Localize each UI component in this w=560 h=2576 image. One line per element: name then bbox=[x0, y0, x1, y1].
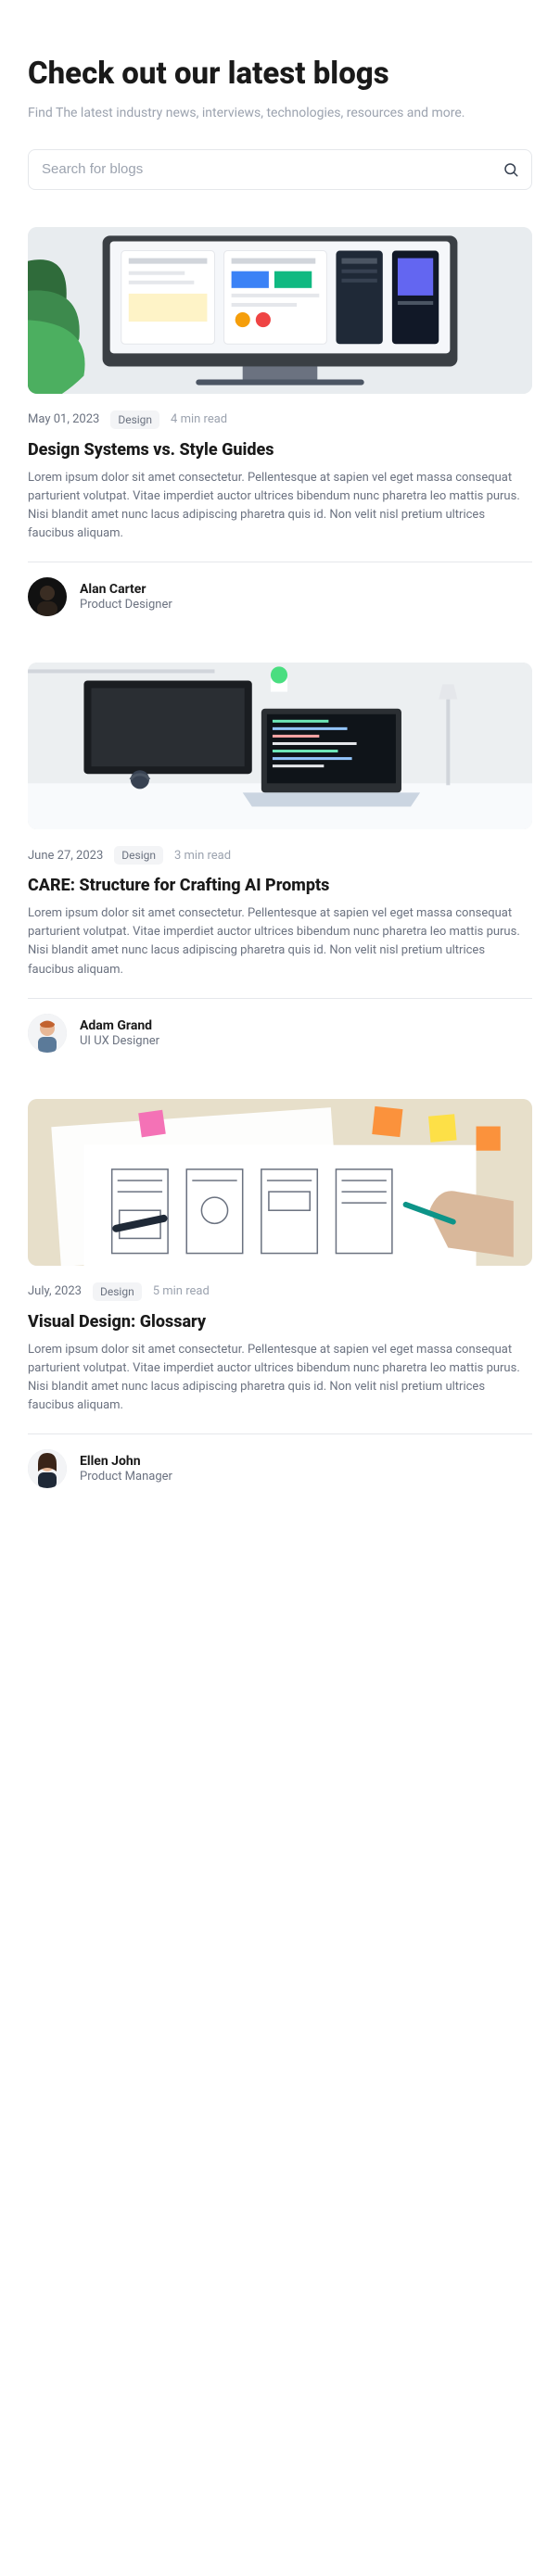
post-date: May 01, 2023 bbox=[28, 412, 99, 426]
post-image[interactable] bbox=[28, 227, 532, 394]
post-read-time: 5 min read bbox=[153, 1284, 210, 1298]
post-tag[interactable]: Design bbox=[110, 410, 159, 429]
post-meta: June 27, 2023 Design 3 min read bbox=[28, 846, 532, 865]
post-read-time: 4 min read bbox=[171, 412, 227, 426]
post-image[interactable] bbox=[28, 663, 532, 829]
post-author: Adam Grand UI UX Designer bbox=[28, 1014, 532, 1053]
post-image[interactable] bbox=[28, 1099, 532, 1266]
post-title[interactable]: CARE: Structure for Crafting AI Prompts bbox=[28, 876, 532, 895]
post-author: Ellen John Product Manager bbox=[28, 1449, 532, 1488]
search-field[interactable] bbox=[28, 149, 532, 190]
avatar bbox=[28, 1014, 67, 1053]
author-role: Product Manager bbox=[80, 1470, 172, 1484]
divider bbox=[28, 1433, 532, 1434]
avatar bbox=[28, 1449, 67, 1488]
post-date: June 27, 2023 bbox=[28, 849, 103, 863]
search-input[interactable] bbox=[28, 149, 532, 190]
author-name: Ellen John bbox=[80, 1454, 172, 1469]
post-title[interactable]: Design Systems vs. Style Guides bbox=[28, 440, 532, 460]
search-icon[interactable] bbox=[503, 161, 519, 178]
page-subtitle: Find The latest industry news, interview… bbox=[28, 104, 532, 123]
post-author: Alan Carter Product Designer bbox=[28, 577, 532, 616]
post-meta: July, 2023 Design 5 min read bbox=[28, 1282, 532, 1301]
page-title: Check out our latest blogs bbox=[28, 56, 532, 93]
post-excerpt: Lorem ipsum dolor sit amet consectetur. … bbox=[28, 469, 532, 544]
post-tag[interactable]: Design bbox=[93, 1282, 142, 1301]
post-date: July, 2023 bbox=[28, 1284, 82, 1298]
author-role: Product Designer bbox=[80, 598, 172, 612]
post-excerpt: Lorem ipsum dolor sit amet consectetur. … bbox=[28, 904, 532, 979]
divider bbox=[28, 998, 532, 999]
blog-post: June 27, 2023 Design 3 min read CARE: St… bbox=[28, 663, 532, 1053]
author-name: Adam Grand bbox=[80, 1018, 159, 1033]
post-meta: May 01, 2023 Design 4 min read bbox=[28, 410, 532, 429]
author-name: Alan Carter bbox=[80, 582, 172, 597]
post-excerpt: Lorem ipsum dolor sit amet consectetur. … bbox=[28, 1341, 532, 1416]
avatar bbox=[28, 577, 67, 616]
blog-post: May 01, 2023 Design 4 min read Design Sy… bbox=[28, 227, 532, 617]
post-read-time: 3 min read bbox=[174, 849, 231, 863]
post-title[interactable]: Visual Design: Glossary bbox=[28, 1312, 532, 1332]
blog-post: July, 2023 Design 5 min read Visual Desi… bbox=[28, 1099, 532, 1489]
author-role: UI UX Designer bbox=[80, 1034, 159, 1048]
post-tag[interactable]: Design bbox=[114, 846, 163, 865]
